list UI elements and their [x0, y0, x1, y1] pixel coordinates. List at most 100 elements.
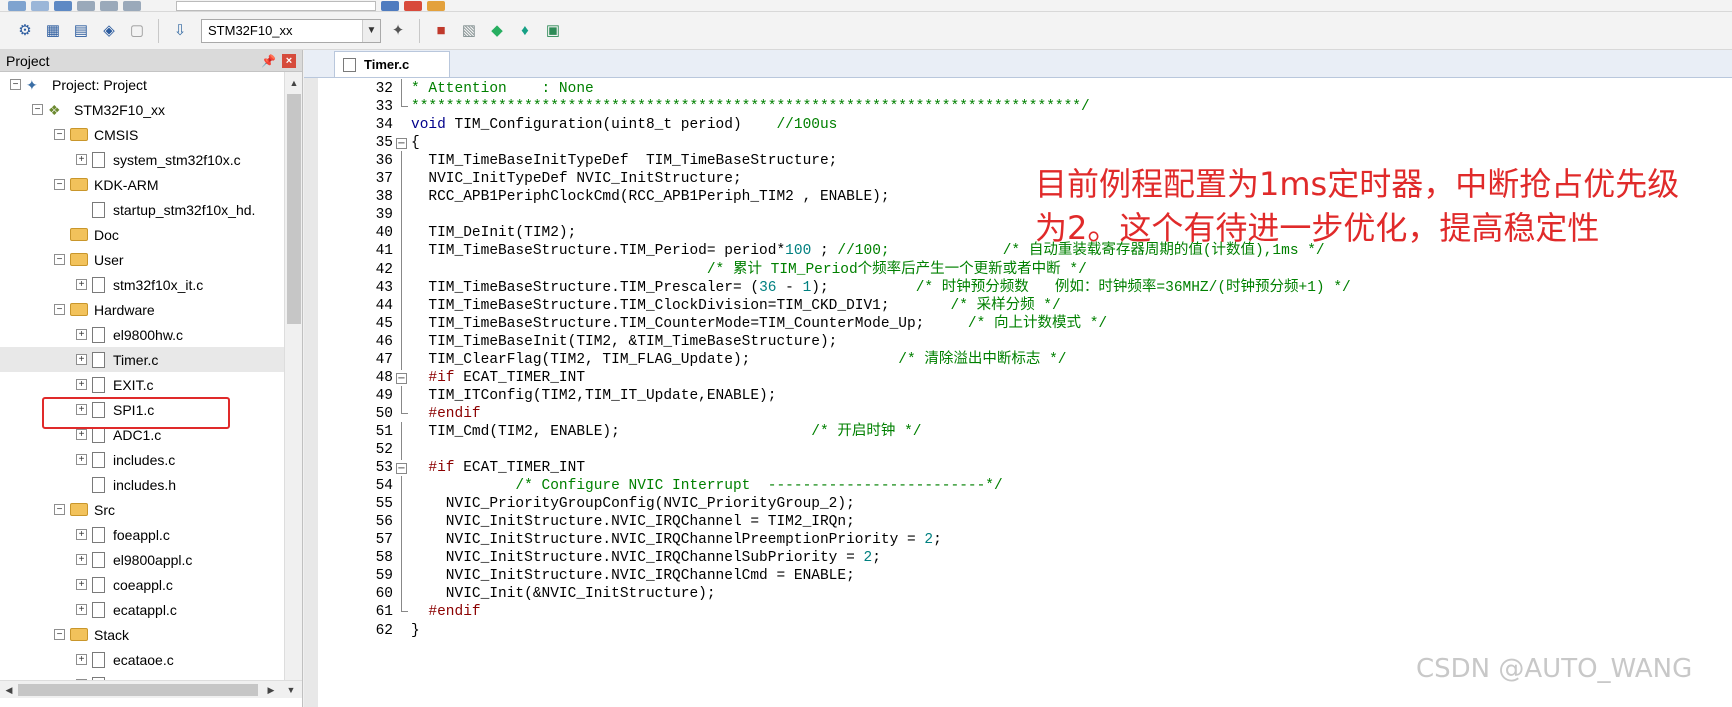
expand-icon[interactable]: +: [76, 429, 87, 440]
tree-item[interactable]: − Src: [0, 497, 284, 522]
runtime-environment-icon[interactable]: ♦: [514, 20, 536, 42]
expand-icon[interactable]: +: [76, 554, 87, 565]
expand-icon[interactable]: +: [76, 154, 87, 165]
tree-item[interactable]: + ecatappl.c: [0, 597, 284, 622]
tree-item[interactable]: + ecataoe.c: [0, 647, 284, 672]
copy-icon[interactable]: [100, 1, 118, 11]
collapse-icon[interactable]: −: [54, 129, 65, 140]
file-extensions-icon[interactable]: ▧: [458, 20, 480, 42]
code-line[interactable]: 47 TIM_ClearFlag(TIM2, TIM_FLAG_Update);…: [304, 349, 1732, 370]
expand-icon[interactable]: +: [76, 579, 87, 590]
collapse-icon[interactable]: −: [54, 629, 65, 640]
pack-installer-icon[interactable]: ◆: [486, 20, 508, 42]
tree-item[interactable]: startup_stm32f10x_hd.: [0, 197, 284, 222]
stop-build-icon[interactable]: ▢: [126, 20, 148, 42]
build-icon[interactable]: ▦: [42, 20, 64, 42]
collapse-icon[interactable]: −: [10, 79, 21, 90]
expand-icon[interactable]: +: [76, 379, 87, 390]
select-packs-icon[interactable]: ▣: [542, 20, 564, 42]
expand-icon[interactable]: +: [76, 454, 87, 465]
breakpoint-icon[interactable]: [427, 1, 445, 11]
tree-item[interactable]: − ❖ STM32F10_xx: [0, 97, 284, 122]
tree-item[interactable]: + foeappl.c: [0, 522, 284, 547]
tree-item[interactable]: +ecatcoe.c: [0, 672, 284, 680]
search-icon[interactable]: [381, 1, 399, 11]
tree-item[interactable]: − Stack: [0, 622, 284, 647]
code-line[interactable]: 57 NVIC_InitStructure.NVIC_IRQChannelPre…: [304, 530, 1732, 551]
translate-icon[interactable]: ⚙: [14, 20, 36, 42]
code-line[interactable]: 58 NVIC_InitStructure.NVIC_IRQChannelSub…: [304, 548, 1732, 569]
tree-item[interactable]: Doc: [0, 222, 284, 247]
code-line[interactable]: 53− #if ECAT_TIMER_INT: [304, 458, 1732, 478]
expand-icon[interactable]: +: [76, 329, 87, 340]
pin-icon[interactable]: 📌: [261, 54, 276, 68]
code-line[interactable]: 50 #endif: [304, 403, 1732, 424]
expand-icon[interactable]: +: [76, 529, 87, 540]
tree-item[interactable]: + el9800hw.c: [0, 322, 284, 347]
tree-item[interactable]: − ✦ Project: Project: [0, 72, 284, 97]
expand-icon[interactable]: +: [76, 354, 87, 365]
tree-item[interactable]: + EXIT.c: [0, 372, 284, 397]
load-icon[interactable]: ⇩: [169, 20, 191, 42]
code-line[interactable]: 55 NVIC_PriorityGroupConfig(NVIC_Priorit…: [304, 494, 1732, 515]
tree-item[interactable]: + coeappl.c: [0, 572, 284, 597]
target-select[interactable]: STM32F10_xx ▼: [201, 18, 381, 43]
code-line[interactable]: 51 TIM_Cmd(TIM2, ENABLE); /* 开启时钟 */: [304, 421, 1732, 442]
code-line[interactable]: 59 NVIC_InitStructure.NVIC_IRQChannelCmd…: [304, 566, 1732, 587]
tree-item[interactable]: − KDK-ARM: [0, 172, 284, 197]
scroll-down-icon[interactable]: ▼: [282, 681, 300, 699]
new-file-icon[interactable]: [8, 1, 26, 11]
collapse-icon[interactable]: −: [32, 104, 43, 115]
tree-horizontal-scrollbar[interactable]: ◀ ▶ ▼: [0, 680, 302, 698]
collapse-icon[interactable]: −: [54, 304, 65, 315]
tree-item[interactable]: − Hardware: [0, 297, 284, 322]
code-line[interactable]: 62}: [304, 621, 1732, 641]
collapse-icon[interactable]: −: [54, 254, 65, 265]
cut-icon[interactable]: [77, 1, 95, 11]
scroll-left-icon[interactable]: ◀: [0, 681, 18, 699]
close-icon[interactable]: ×: [282, 53, 296, 68]
fold-toggle-icon[interactable]: −: [396, 372, 407, 384]
tree-vertical-scrollbar[interactable]: ▲: [284, 72, 302, 680]
rebuild-icon[interactable]: ▤: [70, 20, 92, 42]
code-line[interactable]: 60 NVIC_Init(&NVIC_InitStructure);: [304, 584, 1732, 605]
expand-icon[interactable]: +: [76, 604, 87, 615]
find-combo[interactable]: [176, 1, 376, 11]
scroll-up-icon[interactable]: ▲: [285, 74, 303, 92]
code-line[interactable]: 48− #if ECAT_TIMER_INT: [304, 368, 1732, 388]
code-line[interactable]: 34 void TIM_Configuration(uint8_t period)…: [304, 115, 1732, 135]
code-line[interactable]: 46 TIM_TimeBaseInit(TIM2, &TIM_TimeBaseS…: [304, 331, 1732, 352]
save-icon[interactable]: [54, 1, 72, 11]
tab-timer-c[interactable]: Timer.c: [334, 51, 450, 77]
fold-toggle-icon[interactable]: −: [396, 463, 407, 475]
code-line[interactable]: 42 /* 累计 TIM_Period个频率后产生一个更新或者中断 */: [304, 259, 1732, 280]
code-line[interactable]: 45 TIM_TimeBaseStructure.TIM_CounterMode…: [304, 313, 1732, 334]
code-line[interactable]: 33 **************************************…: [304, 97, 1732, 117]
code-line[interactable]: 56 NVIC_InitStructure.NVIC_IRQChannel = …: [304, 512, 1732, 533]
debug-stop-icon[interactable]: [404, 1, 422, 11]
paste-icon[interactable]: [123, 1, 141, 11]
scrollbar-thumb[interactable]: [18, 684, 258, 696]
collapse-icon[interactable]: −: [54, 504, 65, 515]
tree-item[interactable]: includes.h: [0, 472, 284, 497]
manage-components-icon[interactable]: ■: [430, 20, 452, 42]
code-line[interactable]: 52: [304, 440, 1732, 460]
batch-build-icon[interactable]: ◈: [98, 20, 120, 42]
code-line[interactable]: 32 * Attention : None: [304, 79, 1732, 99]
tree-item[interactable]: + el9800appl.c: [0, 547, 284, 572]
tree-item[interactable]: + Timer.c: [0, 347, 284, 372]
tree-item[interactable]: + system_stm32f10x.c: [0, 147, 284, 172]
code-line[interactable]: 35−{: [304, 133, 1732, 153]
code-line[interactable]: 49 TIM_ITConfig(TIM2,TIM_IT_Update,ENABL…: [304, 385, 1732, 406]
fold-toggle-icon[interactable]: −: [396, 138, 407, 150]
chevron-down-icon[interactable]: ▼: [362, 19, 380, 42]
tree-item[interactable]: + includes.c: [0, 447, 284, 472]
target-options-icon[interactable]: ✦: [387, 20, 409, 42]
scrollbar-thumb[interactable]: [287, 94, 301, 324]
tree-item[interactable]: + stm32f10x_it.c: [0, 272, 284, 297]
tree-item[interactable]: − CMSIS: [0, 122, 284, 147]
code-line[interactable]: 43 TIM_TimeBaseStructure.TIM_Prescaler= …: [304, 277, 1732, 298]
code-line[interactable]: 44 TIM_TimeBaseStructure.TIM_ClockDivisi…: [304, 295, 1732, 316]
open-file-icon[interactable]: [31, 1, 49, 11]
expand-icon[interactable]: +: [76, 279, 87, 290]
